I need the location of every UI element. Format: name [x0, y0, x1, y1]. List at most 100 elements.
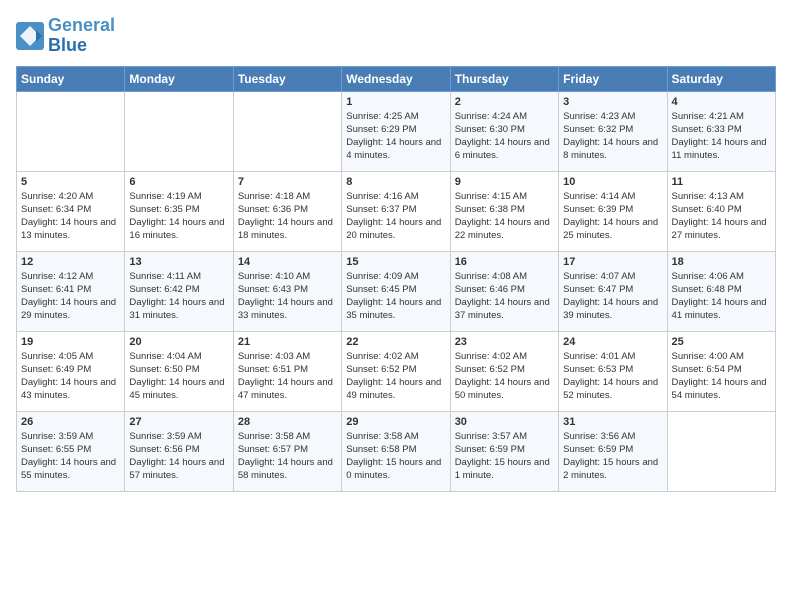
- day-info: Sunrise: 4:03 AMSunset: 6:51 PMDaylight:…: [238, 350, 337, 403]
- day-number: 7: [238, 176, 337, 188]
- day-number: 23: [455, 336, 554, 348]
- day-number: 3: [563, 96, 662, 108]
- day-number: 26: [21, 416, 120, 428]
- day-info: Sunrise: 4:24 AMSunset: 6:30 PMDaylight:…: [455, 110, 554, 163]
- calendar-cell: 10Sunrise: 4:14 AMSunset: 6:39 PMDayligh…: [559, 171, 667, 251]
- calendar-cell: 20 Sunrise: 4:04 AMSunset: 6:50 PMDayligh…: [125, 331, 233, 411]
- week-row-5: 26 Sunrise: 3:59 AMSunset: 6:55 PMDayligh…: [17, 411, 776, 491]
- calendar-cell: 23 Sunrise: 4:02 AMSunset: 6:52 PMDayligh…: [450, 331, 558, 411]
- day-number: 31: [563, 416, 662, 428]
- day-number: 4: [672, 96, 771, 108]
- day-number: 6: [129, 176, 228, 188]
- day-header-monday: Monday: [125, 66, 233, 91]
- calendar-cell: 19 Sunrise: 4:05 AMSunset: 6:49 PMDayligh…: [17, 331, 125, 411]
- day-number: 28: [238, 416, 337, 428]
- days-header-row: SundayMondayTuesdayWednesdayThursdayFrid…: [17, 66, 776, 91]
- day-info: Sunrise: 4:13 AMSunset: 6:40 PMDaylight:…: [672, 190, 771, 243]
- calendar-cell: 15 Sunrise: 4:09 AMSunset: 6:45 PMDayligh…: [342, 251, 450, 331]
- day-header-sunday: Sunday: [17, 66, 125, 91]
- calendar-cell: 16 Sunrise: 4:08 AMSunset: 6:46 PMDayligh…: [450, 251, 558, 331]
- calendar-cell: 1 Sunrise: 4:25 AMSunset: 6:29 PMDaylight…: [342, 91, 450, 171]
- day-info: Sunrise: 3:59 AMSunset: 6:56 PMDaylight:…: [129, 430, 228, 483]
- week-row-2: 5Sunrise: 4:20 AMSunset: 6:34 PMDaylight…: [17, 171, 776, 251]
- day-number: 14: [238, 256, 337, 268]
- day-number: 29: [346, 416, 445, 428]
- day-number: 18: [672, 256, 771, 268]
- day-info: Sunrise: 4:25 AMSunset: 6:29 PMDaylight:…: [346, 110, 445, 163]
- day-number: 13: [129, 256, 228, 268]
- calendar-cell: [667, 411, 775, 491]
- day-header-friday: Friday: [559, 66, 667, 91]
- day-header-tuesday: Tuesday: [233, 66, 341, 91]
- calendar-cell: 14 Sunrise: 4:10 AMSunset: 6:43 PMDayligh…: [233, 251, 341, 331]
- day-info: Sunrise: 4:01 AMSunset: 6:53 PMDaylight:…: [563, 350, 662, 403]
- day-info: Sunrise: 4:15 AMSunset: 6:38 PMDaylight:…: [455, 190, 554, 243]
- day-number: 22: [346, 336, 445, 348]
- day-info: Sunrise: 4:05 AMSunset: 6:49 PMDaylight:…: [21, 350, 120, 403]
- day-number: 16: [455, 256, 554, 268]
- calendar-cell: 18 Sunrise: 4:06 AMSunset: 6:48 PMDayligh…: [667, 251, 775, 331]
- calendar-cell: 13 Sunrise: 4:11 AMSunset: 6:42 PMDayligh…: [125, 251, 233, 331]
- day-number: 27: [129, 416, 228, 428]
- calendar-cell: 12Sunrise: 4:12 AMSunset: 6:41 PMDayligh…: [17, 251, 125, 331]
- day-info: Sunrise: 4:02 AMSunset: 6:52 PMDaylight:…: [455, 350, 554, 403]
- day-info: Sunrise: 4:06 AMSunset: 6:48 PMDaylight:…: [672, 270, 771, 323]
- day-number: 30: [455, 416, 554, 428]
- day-info: Sunrise: 4:10 AMSunset: 6:43 PMDaylight:…: [238, 270, 337, 323]
- calendar-cell: 17Sunrise: 4:07 AMSunset: 6:47 PMDayligh…: [559, 251, 667, 331]
- day-number: 5: [21, 176, 120, 188]
- day-info: Sunrise: 4:12 AMSunset: 6:41 PMDaylight:…: [21, 270, 120, 323]
- page-header: General Blue: [16, 16, 776, 56]
- calendar-cell: 4 Sunrise: 4:21 AMSunset: 6:33 PMDaylight…: [667, 91, 775, 171]
- week-row-1: 1 Sunrise: 4:25 AMSunset: 6:29 PMDaylight…: [17, 91, 776, 171]
- day-info: Sunrise: 4:04 AMSunset: 6:50 PMDaylight:…: [129, 350, 228, 403]
- logo-text: General Blue: [48, 16, 115, 56]
- calendar-cell: 9Sunrise: 4:15 AMSunset: 6:38 PMDaylight…: [450, 171, 558, 251]
- day-number: 8: [346, 176, 445, 188]
- day-info: Sunrise: 4:08 AMSunset: 6:46 PMDaylight:…: [455, 270, 554, 323]
- calendar-cell: 25 Sunrise: 4:00 AMSunset: 6:54 PMDayligh…: [667, 331, 775, 411]
- calendar-cell: 30 Sunrise: 3:57 AMSunset: 6:59 PMDayligh…: [450, 411, 558, 491]
- calendar-cell: 22 Sunrise: 4:02 AMSunset: 6:52 PMDayligh…: [342, 331, 450, 411]
- day-header-thursday: Thursday: [450, 66, 558, 91]
- day-info: Sunrise: 3:57 AMSunset: 6:59 PMDaylight:…: [455, 430, 554, 483]
- day-info: Sunrise: 3:58 AMSunset: 6:58 PMDaylight:…: [346, 430, 445, 483]
- calendar-cell: 31 Sunrise: 3:56 AMSunset: 6:59 PMDayligh…: [559, 411, 667, 491]
- day-info: Sunrise: 4:09 AMSunset: 6:45 PMDaylight:…: [346, 270, 445, 323]
- day-info: Sunrise: 4:02 AMSunset: 6:52 PMDaylight:…: [346, 350, 445, 403]
- day-number: 19: [21, 336, 120, 348]
- day-number: 2: [455, 96, 554, 108]
- day-info: Sunrise: 3:59 AMSunset: 6:55 PMDaylight:…: [21, 430, 120, 483]
- day-info: Sunrise: 4:07 AMSunset: 6:47 PMDaylight:…: [563, 270, 662, 323]
- day-info: Sunrise: 4:18 AMSunset: 6:36 PMDaylight:…: [238, 190, 337, 243]
- week-row-4: 19 Sunrise: 4:05 AMSunset: 6:49 PMDayligh…: [17, 331, 776, 411]
- day-number: 15: [346, 256, 445, 268]
- calendar-cell: 7 Sunrise: 4:18 AMSunset: 6:36 PMDaylight…: [233, 171, 341, 251]
- day-info: Sunrise: 3:58 AMSunset: 6:57 PMDaylight:…: [238, 430, 337, 483]
- calendar-cell: [233, 91, 341, 171]
- day-info: Sunrise: 3:56 AMSunset: 6:59 PMDaylight:…: [563, 430, 662, 483]
- day-number: 25: [672, 336, 771, 348]
- day-info: Sunrise: 4:16 AMSunset: 6:37 PMDaylight:…: [346, 190, 445, 243]
- calendar-cell: 5Sunrise: 4:20 AMSunset: 6:34 PMDaylight…: [17, 171, 125, 251]
- calendar-cell: 3 Sunrise: 4:23 AMSunset: 6:32 PMDaylight…: [559, 91, 667, 171]
- calendar-cell: 8 Sunrise: 4:16 AMSunset: 6:37 PMDaylight…: [342, 171, 450, 251]
- day-number: 11: [672, 176, 771, 188]
- logo: General Blue: [16, 16, 115, 56]
- day-number: 24: [563, 336, 662, 348]
- day-number: 1: [346, 96, 445, 108]
- calendar-cell: 27 Sunrise: 3:59 AMSunset: 6:56 PMDayligh…: [125, 411, 233, 491]
- day-info: Sunrise: 4:23 AMSunset: 6:32 PMDaylight:…: [563, 110, 662, 163]
- day-number: 20: [129, 336, 228, 348]
- day-info: Sunrise: 4:21 AMSunset: 6:33 PMDaylight:…: [672, 110, 771, 163]
- calendar-cell: 28 Sunrise: 3:58 AMSunset: 6:57 PMDayligh…: [233, 411, 341, 491]
- day-info: Sunrise: 4:00 AMSunset: 6:54 PMDaylight:…: [672, 350, 771, 403]
- calendar-cell: [125, 91, 233, 171]
- calendar-cell: [17, 91, 125, 171]
- day-header-wednesday: Wednesday: [342, 66, 450, 91]
- calendar-cell: 21Sunrise: 4:03 AMSunset: 6:51 PMDayligh…: [233, 331, 341, 411]
- day-number: 10: [563, 176, 662, 188]
- calendar-table: SundayMondayTuesdayWednesdayThursdayFrid…: [16, 66, 776, 492]
- logo-icon: [16, 22, 44, 50]
- day-info: Sunrise: 4:11 AMSunset: 6:42 PMDaylight:…: [129, 270, 228, 323]
